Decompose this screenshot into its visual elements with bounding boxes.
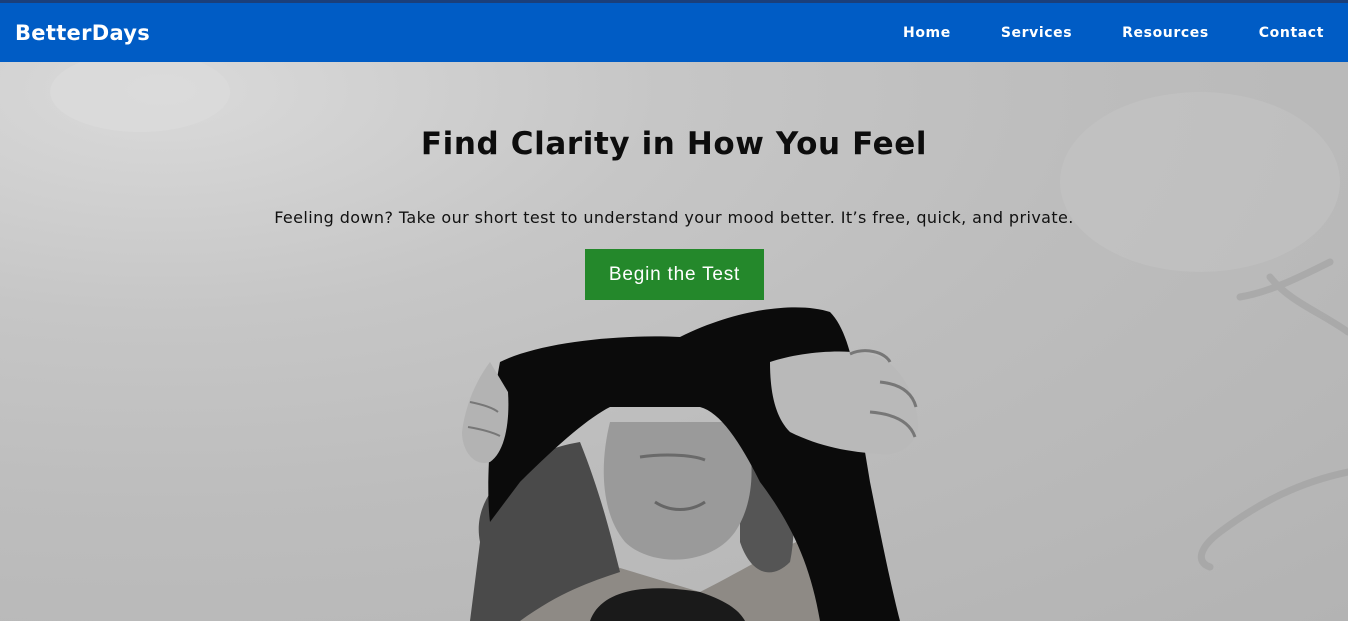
nav-link-home[interactable]: Home [903, 25, 951, 41]
brand-logo[interactable]: BetterDays [15, 21, 150, 45]
nav-link-contact[interactable]: Contact [1259, 25, 1324, 41]
nav-link-services[interactable]: Services [1001, 25, 1072, 41]
nav-link-resources[interactable]: Resources [1122, 25, 1209, 41]
hero-title: Find Clarity in How You Feel [420, 126, 928, 162]
navbar: BetterDays Home Services Resources Conta… [0, 3, 1348, 62]
hero-subtitle: Feeling down? Take our short test to und… [274, 208, 1074, 227]
nav-links: Home Services Resources Contact [853, 25, 1324, 41]
hero-section: Find Clarity in How You Feel Feeling dow… [0, 62, 1348, 621]
begin-test-button[interactable]: Begin the Test [585, 249, 764, 300]
person-figure [462, 307, 919, 621]
